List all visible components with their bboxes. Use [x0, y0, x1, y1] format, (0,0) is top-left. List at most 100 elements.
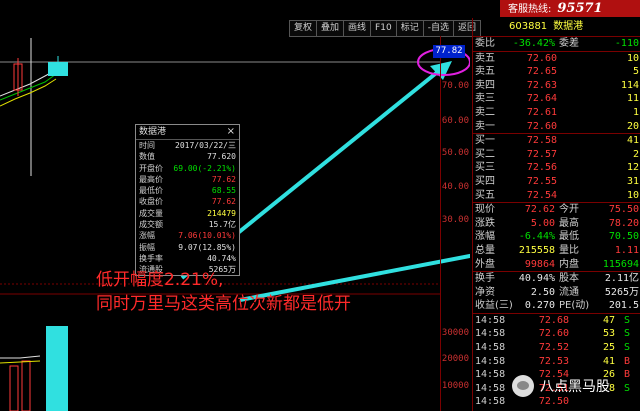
stat-value: 2.11亿: [604, 273, 639, 285]
popup-row: 开盘价 69.00(-2.21%): [136, 163, 239, 174]
current-price-flag: 77.82: [433, 45, 465, 58]
stat-row: 现价 72.62 今开 75.50: [473, 203, 640, 217]
order-label: 买一: [475, 135, 495, 147]
order-volume: 41: [626, 135, 639, 147]
popup-row: 数值 77.620: [136, 151, 239, 162]
popup-rows: 时间 2017/03/22/三 数值 77.620 开盘价 69.00(-2.21%) 最高…: [136, 140, 239, 276]
volume-bar: [46, 326, 68, 411]
order-label: 卖四: [475, 79, 495, 91]
stat-value: -6.44%: [518, 231, 555, 243]
stock-name: 数据港: [553, 21, 584, 32]
popup-row-label: 成交量: [139, 208, 163, 218]
volume-tick: 10000: [441, 381, 469, 391]
price-axis: 70.00 60.00 50.00 40.00 30.00 30000 2000…: [440, 36, 471, 411]
stat-value: 78.20: [608, 217, 639, 229]
stat-row: 换手 40.94% 股本 2.11亿: [473, 272, 640, 286]
order-price: 72.64: [526, 93, 557, 105]
ratio-value: -36.42%: [512, 38, 555, 49]
order-volume: 2: [632, 148, 639, 160]
diff-value: -110: [614, 38, 639, 49]
stat-value: 2.50: [530, 286, 555, 298]
order-label: 卖五: [475, 66, 495, 78]
top-bar: 客服热线: 95571: [0, 0, 640, 17]
order-volume: 5: [632, 66, 639, 78]
popup-row-value: 77.62: [211, 197, 236, 207]
stat-value: 75.50: [608, 204, 639, 216]
toolbar-button[interactable]: F10: [370, 20, 397, 37]
volume-tick: 20000: [441, 354, 469, 364]
stat-cell: PE(动) 201.5: [557, 299, 640, 313]
stat-label: 今开: [559, 204, 579, 216]
toolbar-button[interactable]: 画线: [343, 20, 372, 37]
toolbar-button[interactable]: 标记: [395, 20, 424, 37]
stat-label: 内盘: [559, 258, 579, 270]
order-price: 72.60: [526, 120, 557, 132]
popup-row-label: 开盘价: [139, 163, 163, 173]
order-price: 72.60: [526, 52, 557, 64]
tick-time: 14:58: [475, 328, 506, 340]
price-tick: 70.00: [441, 81, 469, 91]
toolbar-button[interactable]: 复权: [289, 20, 318, 37]
popup-header: 数据港 ×: [136, 125, 239, 140]
order-price: 72.57: [526, 148, 557, 160]
stat-cell: 今开 75.50: [557, 203, 640, 217]
stat-cell: 最低 70.50: [557, 230, 640, 244]
stat-label: 净资: [475, 286, 495, 298]
tick-time: 14:58: [475, 369, 506, 381]
popup-row-label: 换手率: [139, 253, 163, 263]
price-tick: 30.00: [441, 215, 469, 225]
stat-label: 最低: [559, 231, 579, 243]
wechat-icon: [512, 375, 534, 397]
stat-cell: 涨跌 5.00: [473, 217, 557, 231]
toolbar-button[interactable]: 叠加: [316, 20, 345, 37]
order-label: 卖三: [475, 93, 495, 105]
order-volume: 114: [620, 79, 639, 91]
stat-row: 涨幅 -6.44% 最低 70.50: [473, 230, 640, 244]
tick-time: 14:58: [475, 342, 506, 354]
toolbar-button[interactable]: -自选: [422, 20, 454, 37]
order-price: 72.55: [526, 175, 557, 187]
stat-value: 5.00: [530, 217, 555, 229]
tick-row: 14:58 72.53 41 B: [473, 355, 640, 369]
tick-price: 72.60: [538, 328, 569, 340]
stat-cell: 流通 5265万: [557, 286, 640, 300]
order-row: 卖二 72.61 1: [473, 106, 640, 120]
popup-row-label: 数值: [139, 152, 155, 162]
popup-row-label: 振幅: [139, 242, 155, 252]
ratio-label: 委比: [475, 38, 495, 49]
volume-bar-3: [21, 360, 31, 411]
stat-cell: 净资 2.50: [473, 286, 557, 300]
order-label: 卖一: [475, 120, 495, 132]
popup-title: 数据港: [139, 127, 167, 137]
popup-row-value: 69.00(-2.21%): [173, 163, 236, 173]
popup-row-label: 涨幅: [139, 231, 155, 241]
popup-row: 成交额 15.7亿: [136, 219, 239, 230]
order-label: 买三: [475, 162, 495, 174]
order-volume: 31: [626, 175, 639, 187]
volume-ma-line: [0, 355, 41, 359]
order-row: 买二 72.57 2: [473, 148, 640, 162]
popup-row-label: 最高价: [139, 174, 163, 184]
popup-row: 最高价 77.62: [136, 174, 239, 185]
order-price: 72.58: [526, 135, 557, 147]
stat-label: 涨跌: [475, 217, 495, 229]
popup-row: 振幅 9.07(12.85%): [136, 242, 239, 253]
tick-volume: 25: [602, 342, 615, 354]
quote-panel: 603881 数据港 委比 -36.42% 委差 -110 卖五 72.60 10 卖五 72…: [472, 18, 640, 411]
order-row: 卖一 72.60 20: [473, 120, 640, 134]
close-icon[interactable]: ×: [227, 125, 235, 139]
order-volume: 10: [626, 189, 639, 201]
popup-row-value: 68.55: [211, 186, 236, 196]
order-row: 买四 72.55 31: [473, 175, 640, 189]
stat-cell: 总量 215558: [473, 244, 557, 258]
order-volume: 20: [626, 120, 639, 132]
stat-value: 201.5: [608, 300, 639, 312]
stat-cell: 量比 1.11: [557, 244, 640, 258]
order-price: 72.56: [526, 162, 557, 174]
tick-side: S: [623, 314, 631, 326]
order-row: 卖三 72.64 11: [473, 92, 640, 106]
order-row: 卖五 72.65 5: [473, 65, 640, 79]
order-row: 卖四 72.63 114: [473, 79, 640, 93]
stat-value: 1.11: [614, 244, 639, 256]
ma-line-green: [0, 73, 57, 101]
